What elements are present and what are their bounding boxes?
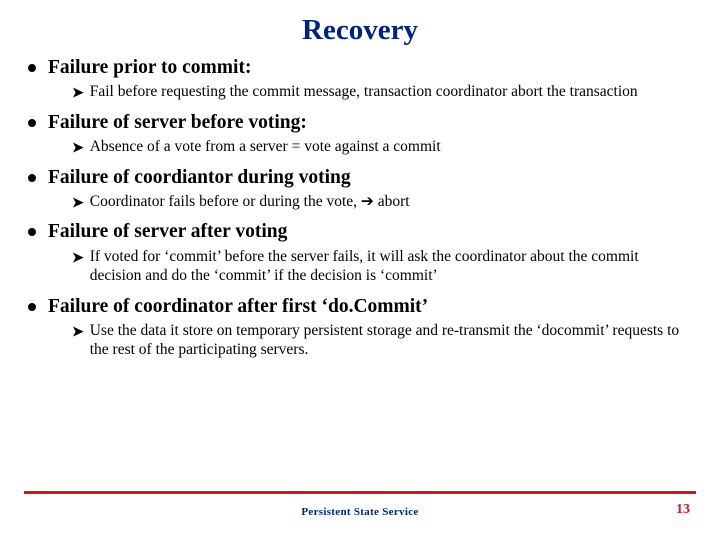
list-item: ➤ Fail before requesting the commit mess… — [72, 82, 696, 101]
sub-bullet-text: Absence of a vote from a server = vote a… — [90, 137, 441, 156]
list-item: Failure prior to commit: — [28, 57, 696, 79]
sub-bullet-arrow-icon: ➤ — [72, 139, 84, 156]
sub-bullet-text: Use the data it store on temporary persi… — [90, 321, 688, 360]
content-area: Failure prior to commit: ➤ Fail before r… — [24, 57, 696, 360]
list-item: ➤ If voted for ‘commit’ before the serve… — [72, 247, 696, 286]
page-title: Recovery — [24, 14, 696, 47]
sub-bullet-text: Fail before requesting the commit messag… — [90, 82, 638, 101]
list-item: Failure of coordinator after first ‘do.C… — [28, 296, 696, 318]
sub-bullet-text: If voted for ‘commit’ before the server … — [90, 247, 688, 286]
bullet-heading: Failure prior to commit: — [48, 57, 251, 79]
bullet-heading: Failure of server after voting — [48, 221, 287, 243]
sub-bullet-arrow-icon: ➤ — [72, 194, 84, 211]
bullet-dot-icon — [28, 64, 36, 72]
list-item: ➤ Use the data it store on temporary per… — [72, 321, 696, 360]
slide: Recovery Failure prior to commit: ➤ Fail… — [0, 0, 720, 540]
page-number: 13 — [676, 502, 690, 518]
list-item: Failure of server after voting — [28, 221, 696, 243]
footer-divider — [24, 491, 696, 494]
list-item: Failure of coordiantor during voting — [28, 167, 696, 189]
bullet-dot-icon — [28, 174, 36, 182]
bullet-dot-icon — [28, 303, 36, 311]
bullet-heading: Failure of coordinator after first ‘do.C… — [48, 296, 428, 318]
footer-label: Persistent State Service — [0, 506, 720, 518]
sub-bullet-arrow-icon: ➤ — [72, 84, 84, 101]
sub-bullet-text: Coordinator fails before or during the v… — [90, 192, 410, 211]
list-item: Failure of server before voting: — [28, 112, 696, 134]
list-item: ➤ Absence of a vote from a server = vote… — [72, 137, 696, 156]
sub-bullet-arrow-icon: ➤ — [72, 249, 84, 266]
list-item: ➤ Coordinator fails before or during the… — [72, 192, 696, 211]
bullet-dot-icon — [28, 119, 36, 127]
bullet-dot-icon — [28, 228, 36, 236]
bullet-heading: Failure of coordiantor during voting — [48, 167, 351, 189]
bullet-heading: Failure of server before voting: — [48, 112, 307, 134]
sub-bullet-arrow-icon: ➤ — [72, 323, 84, 340]
